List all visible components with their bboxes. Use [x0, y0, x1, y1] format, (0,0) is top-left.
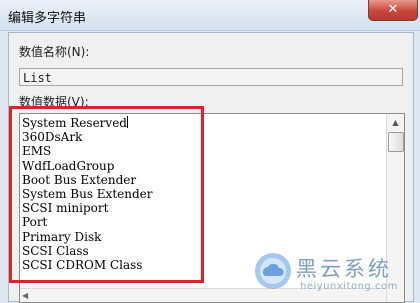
value-data-lines: System Reserved 360DsArk EMS WdfLoadGrou… [22, 116, 153, 272]
close-icon: ✕ [387, 2, 399, 17]
value-line: WdfLoadGroup [22, 158, 115, 173]
value-line: EMS [22, 144, 52, 159]
value-name-label: 数值名称(N): [19, 45, 90, 59]
value-line: SCSI Class [22, 243, 89, 258]
horizontal-scrollbar[interactable]: ◀ [20, 288, 386, 302]
value-line: System Reserved [22, 116, 128, 130]
value-line: Primary Disk [22, 229, 102, 244]
value-line: SCSI CDROM Class [22, 258, 143, 273]
value-line: SCSI miniport [22, 201, 109, 216]
value-data-label: 数值数据(V): [19, 95, 89, 109]
close-button[interactable]: ✕ [368, 0, 418, 21]
vertical-scroll-thumb[interactable] [388, 132, 404, 152]
dialog-client-area: 数值名称(N): List 数值数据(V): System Reserved 3… [8, 32, 414, 303]
vertical-scrollbar[interactable]: ▲ [386, 114, 404, 302]
text-caret [126, 116, 128, 128]
value-line: 360DsArk [22, 130, 83, 145]
scroll-up-icon[interactable]: ▲ [387, 114, 404, 131]
value-data-textarea[interactable]: System Reserved 360DsArk EMS WdfLoadGrou… [19, 113, 405, 303]
scroll-left-icon[interactable]: ◀ [22, 289, 34, 302]
value-name-field[interactable]: List [19, 68, 403, 86]
value-line: Boot Bus Extender [22, 172, 137, 187]
window-title: 编辑多字符串 [8, 11, 87, 26]
value-line: System Bus Extender [22, 187, 153, 202]
title-bar: 编辑多字符串 ✕ [0, 0, 420, 31]
value-line: Port [22, 215, 48, 230]
